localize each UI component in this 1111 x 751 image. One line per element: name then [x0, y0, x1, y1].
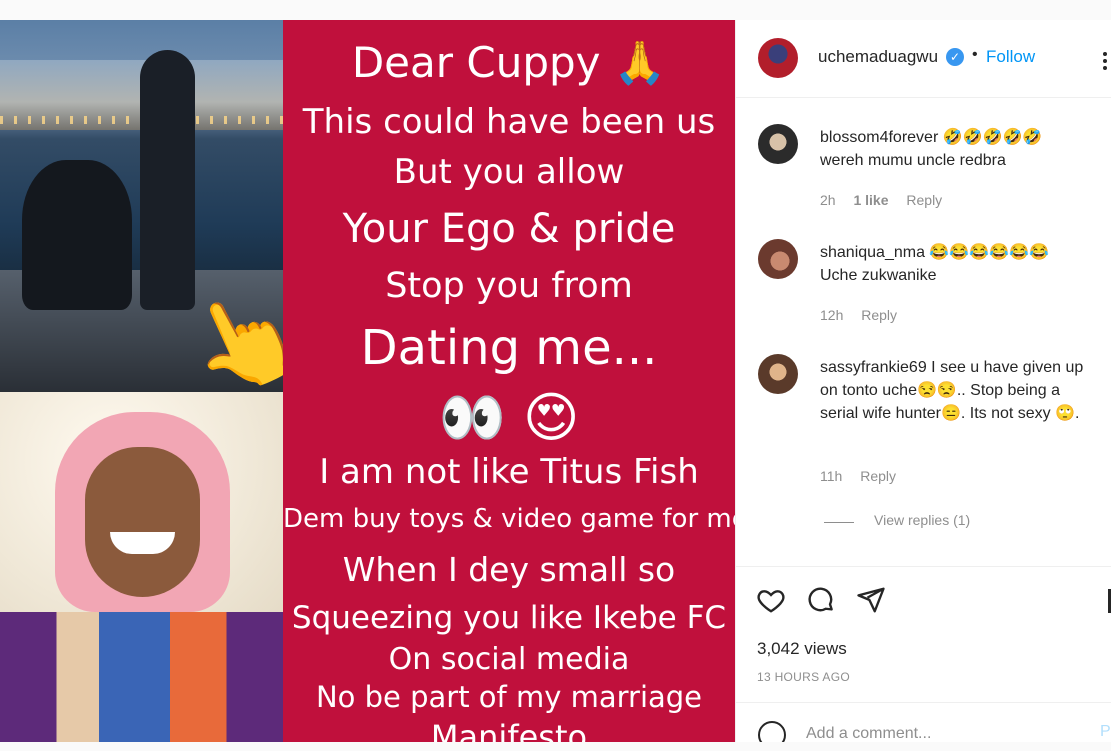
post-dialog: 👆 Dear Cuppy 🙏 This could have been us B…	[0, 20, 1111, 749]
overlay-line: Dating me...	[360, 320, 658, 376]
reply-button[interactable]: Reply	[861, 307, 897, 323]
comments-list[interactable]: blossom4forever 🤣🤣🤣🤣🤣 wereh mumu uncle r…	[736, 98, 1111, 566]
portrait-face	[85, 447, 200, 597]
reply-button[interactable]: Reply	[860, 468, 896, 484]
overlay-line: No be part of my marriage	[315, 680, 703, 714]
post-media[interactable]: 👆 Dear Cuppy 🙏 This could have been us B…	[0, 20, 735, 742]
post-comment-button[interactable]: P	[1100, 723, 1111, 741]
post-header: uchemaduagwu ✓ • Follow	[736, 20, 1111, 98]
comment-text: Uche zukwanike	[820, 267, 937, 284]
comment-body: shaniqua_nma 😂😂😂😂😂😂 Uche zukwanike	[820, 241, 1100, 287]
commenter-username[interactable]: shaniqua_nma	[820, 244, 925, 261]
comment-body: sassyfrankie69 I see u have given up on …	[820, 356, 1100, 425]
author-avatar[interactable]	[758, 38, 798, 78]
header-separator: •	[972, 46, 978, 63]
comment-likes[interactable]: 1 like	[853, 192, 888, 208]
overlay-line: Manifesto	[430, 718, 588, 742]
comment-meta: 12h Reply	[820, 307, 911, 323]
overlay-line: When I dey small so	[342, 550, 676, 589]
overlay-line: Squeezing you like Ikebe FC	[291, 600, 727, 636]
overlay-line: This could have been us	[302, 102, 716, 142]
overlay-emoji-line: 👀 😍	[438, 386, 580, 449]
page-top-strip	[0, 0, 1111, 20]
post-sidebar: uchemaduagwu ✓ • Follow blossom4forever …	[735, 20, 1111, 749]
like-heart-icon[interactable]	[756, 585, 786, 615]
portrait-photo	[0, 392, 283, 742]
overlay-line: On social media	[388, 642, 630, 677]
comment-emoji-text: 🤣🤣🤣🤣🤣	[942, 129, 1043, 146]
comment-text: wereh mumu uncle redbra	[820, 152, 1006, 169]
comment-body: blossom4forever 🤣🤣🤣🤣🤣 wereh mumu uncle r…	[820, 126, 1100, 172]
comment-meta: 11h Reply	[820, 468, 910, 484]
author-username[interactable]: uchemaduagwu	[818, 47, 938, 67]
overlay-line: Your Ego & pride	[342, 206, 676, 252]
more-options-icon[interactable]	[1103, 52, 1107, 72]
overlay-line: Dear Cuppy 🙏	[351, 38, 667, 87]
comment-meta: 2h 1 like Reply	[820, 192, 956, 208]
commenter-username[interactable]: blossom4forever	[820, 129, 938, 146]
overlay-line: But you allow	[393, 152, 625, 192]
photo-standing-figure	[140, 50, 195, 310]
overlay-line: Stop you from	[385, 266, 633, 306]
share-send-icon[interactable]	[856, 585, 886, 615]
comment-time: 11h	[820, 468, 843, 484]
commenter-avatar[interactable]	[758, 124, 798, 164]
overlay-line: I am not like Titus Fish	[319, 452, 699, 492]
portrait-dress	[0, 612, 283, 742]
reply-button[interactable]: Reply	[906, 192, 942, 208]
photo-kneeling-figure	[22, 160, 132, 310]
view-replies-button[interactable]: View replies (1)	[874, 512, 970, 528]
commenter-avatar[interactable]	[758, 239, 798, 279]
view-replies-line	[824, 522, 854, 523]
commenter-username[interactable]: sassyfrankie69	[820, 359, 927, 376]
view-count[interactable]: 3,042 views	[757, 639, 847, 659]
commenter-avatar[interactable]	[758, 354, 798, 394]
text-overlay-panel: Dear Cuppy 🙏 This could have been us But…	[283, 20, 735, 742]
overlay-line: Dem buy toys & video game for me	[283, 504, 735, 534]
post-timestamp: 13 HOURS AGO	[757, 670, 850, 684]
add-comment-bar: P	[736, 702, 1111, 749]
verified-badge-icon: ✓	[946, 48, 964, 66]
comment-emoji-text: 😂😂😂😂😂😂	[929, 244, 1049, 261]
comment-time: 12h	[820, 307, 844, 323]
page-bottom-strip	[0, 742, 1111, 751]
comment-bubble-icon[interactable]	[806, 585, 836, 615]
comment-time: 2h	[820, 192, 836, 208]
follow-button[interactable]: Follow	[986, 47, 1035, 67]
post-actions: 3,042 views 13 HOURS AGO	[736, 566, 1111, 702]
